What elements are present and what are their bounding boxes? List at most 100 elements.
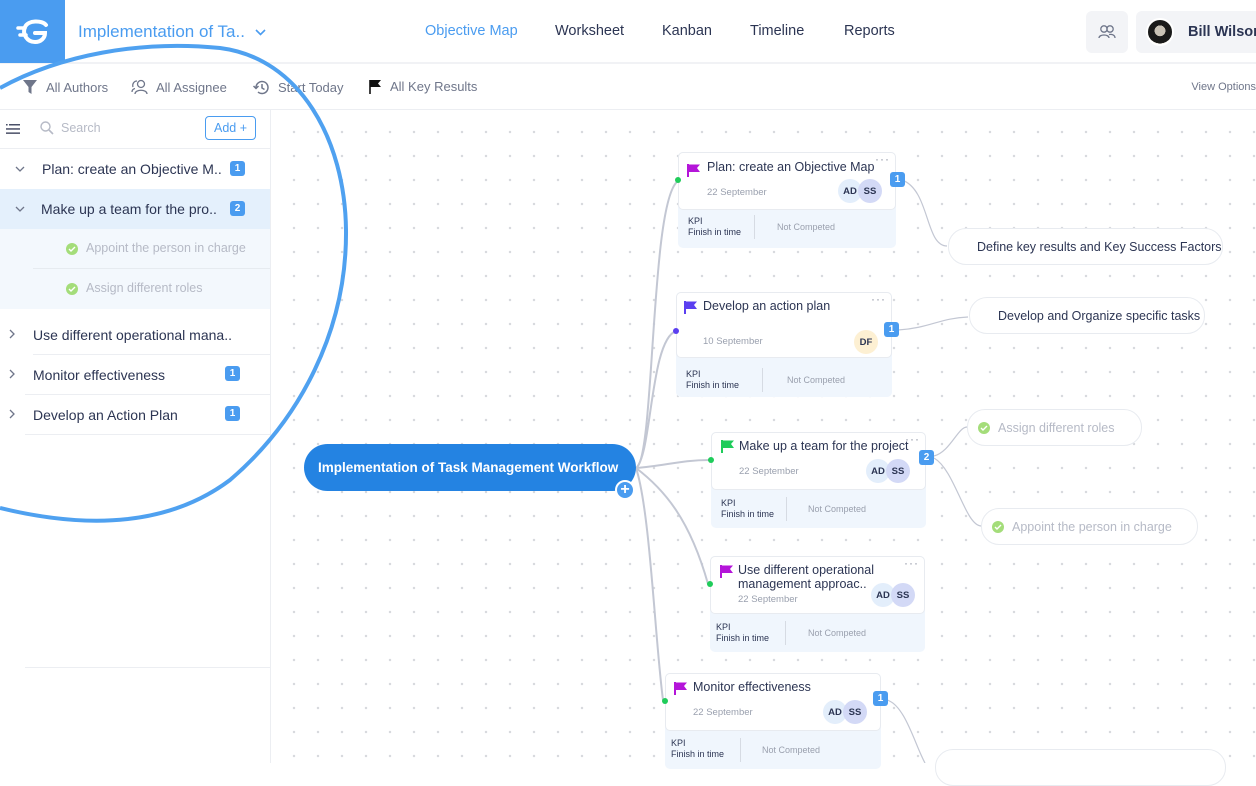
user-name: Bill Wilson [1188, 24, 1256, 40]
list-collapse-icon[interactable] [6, 124, 20, 134]
card-title: Develop an action plan [703, 299, 831, 313]
objective-card[interactable]: Develop an action plan ··· 10 September … [673, 292, 899, 397]
tab-reports[interactable]: Reports [844, 23, 895, 39]
sidebar-subitem[interactable]: Assign different roles [0, 269, 270, 309]
check-circle-icon [66, 283, 78, 295]
kpi-label: KPI Finish in time [671, 738, 725, 759]
connector-dot [673, 328, 679, 334]
flag-icon [369, 80, 381, 94]
top-bar: Implementation of Ta.. Objective Map Wor… [0, 0, 1256, 64]
count-badge: 1 [225, 406, 240, 421]
kpi-status: Not Competed [787, 375, 846, 385]
divider [762, 368, 763, 392]
key-result-node[interactable] [935, 749, 1226, 786]
sidebar-item-plan[interactable]: Plan: create an Objective M.. 1 [0, 149, 270, 189]
connector-dot [708, 457, 714, 463]
count-badge: 2 [230, 201, 245, 216]
avatar[interactable]: SS [886, 459, 910, 483]
more-options-icon[interactable]: ··· [871, 292, 886, 306]
key-result-node[interactable]: Appoint the person in charge [981, 508, 1198, 545]
filter-assignee[interactable]: All Assignee [131, 79, 227, 95]
flag-icon [684, 301, 697, 314]
kpi-status: Not Competed [808, 628, 867, 638]
assignee-icon [131, 79, 148, 95]
team-button[interactable] [1086, 11, 1128, 53]
divider [25, 667, 270, 668]
filter-start-label: Start Today [278, 80, 344, 95]
goalscape-logo-icon [15, 19, 48, 44]
filter-key-results[interactable]: All Key Results [369, 79, 477, 94]
filter-authors[interactable]: All Authors [22, 79, 108, 95]
card-title: Use different operational management appr… [738, 563, 874, 591]
user-menu[interactable]: Bill Wilson [1136, 11, 1256, 53]
add-objective-button[interactable]: Add + [205, 116, 256, 140]
check-circle-icon [978, 421, 990, 434]
avatar[interactable]: SS [858, 179, 882, 203]
kpi-status: Not Competed [762, 745, 821, 755]
kpi-label: KPI Finish in time [688, 216, 742, 237]
chevron-right-icon[interactable] [9, 329, 15, 339]
more-options-icon[interactable]: ··· [875, 152, 890, 166]
objective-card[interactable]: Plan: create an Objective Map ··· 22 Sep… [675, 152, 905, 248]
divider [25, 434, 270, 435]
objective-card[interactable]: Use different operational management appr… [707, 556, 925, 652]
connector-dot [707, 581, 713, 587]
divider [786, 497, 787, 521]
card-title: Plan: create an Objective Map [707, 160, 875, 174]
chevron-down-icon[interactable] [15, 206, 25, 212]
sidebar-item-label: Develop an Action Plan [33, 407, 178, 423]
tab-worksheet[interactable]: Worksheet [555, 23, 624, 39]
kpi-status: Not Competed [808, 504, 867, 514]
chevron-right-icon[interactable] [9, 409, 15, 419]
flag-icon [674, 682, 687, 695]
count-badge: 1 [230, 161, 245, 176]
sidebar-subitem[interactable]: Appoint the person in charge [0, 229, 270, 269]
assignee-avatars: AD SS [838, 179, 882, 203]
chevron-right-icon[interactable] [9, 369, 15, 379]
card-date: 22 September [707, 187, 767, 198]
app-logo[interactable] [0, 0, 65, 63]
sidebar-subitem-label: Assign different roles [86, 281, 203, 295]
key-result-node[interactable]: Develop and Organize specific tasks [969, 297, 1205, 334]
tab-kanban[interactable]: Kanban [662, 23, 712, 39]
divider [740, 738, 741, 762]
sidebar-item-monitor[interactable]: Monitor effectiveness 1 [0, 355, 270, 395]
more-options-icon[interactable]: ··· [905, 432, 920, 446]
sidebar-header: Add + [0, 110, 270, 149]
project-selector[interactable]: Implementation of Ta.. [78, 22, 266, 42]
sidebar-item-label: Monitor effectiveness [33, 367, 166, 383]
kpi-label: KPI Finish in time [721, 498, 775, 519]
tab-objective-map[interactable]: Objective Map [425, 23, 518, 39]
count-badge[interactable]: 1 [890, 172, 905, 187]
avatar[interactable]: DF [854, 330, 878, 354]
add-child-button[interactable]: + [615, 480, 635, 500]
connector-dot [675, 177, 681, 183]
root-objective-node[interactable]: Implementation of Task Management Workfl… [304, 444, 636, 491]
tab-timeline[interactable]: Timeline [750, 23, 804, 39]
count-badge[interactable]: 2 [919, 450, 934, 465]
avatar[interactable]: SS [843, 700, 867, 724]
key-result-node[interactable]: Define key results and Key Success Facto… [948, 228, 1223, 265]
count-badge[interactable]: 1 [884, 322, 899, 337]
sidebar-item-make-team[interactable]: Make up a team for the pro.. 2 [0, 189, 270, 229]
filter-start-date[interactable]: Start Today [253, 79, 344, 96]
card-date: 22 September [738, 594, 798, 605]
count-badge[interactable]: 1 [873, 691, 888, 706]
search-input[interactable] [61, 121, 201, 135]
objective-card[interactable]: Monitor effectiveness 22 September AD SS… [662, 673, 888, 769]
sidebar-item-develop-action-plan[interactable]: Develop an Action Plan 1 [0, 395, 270, 435]
key-result-node[interactable]: Assign different roles [967, 409, 1142, 446]
view-options-button[interactable]: View Options [1191, 81, 1256, 93]
avatar[interactable]: SS [891, 583, 915, 607]
search-icon [40, 121, 54, 135]
filter-authors-label: All Authors [46, 79, 109, 95]
assignee-avatars: AD SS [866, 459, 910, 483]
filter-key-results-label: All Key Results [390, 79, 478, 94]
chevron-down-icon[interactable] [15, 166, 25, 172]
objective-card[interactable]: Make up a team for the project ··· 22 Se… [708, 432, 934, 528]
kpi-status: Not Competed [777, 222, 836, 232]
more-options-icon[interactable]: ··· [904, 556, 919, 570]
kpi-label: KPI Finish in time [716, 622, 770, 643]
key-result-label: Assign different roles [998, 420, 1115, 435]
sidebar-item-operational[interactable]: Use different operational mana.. [0, 315, 270, 355]
